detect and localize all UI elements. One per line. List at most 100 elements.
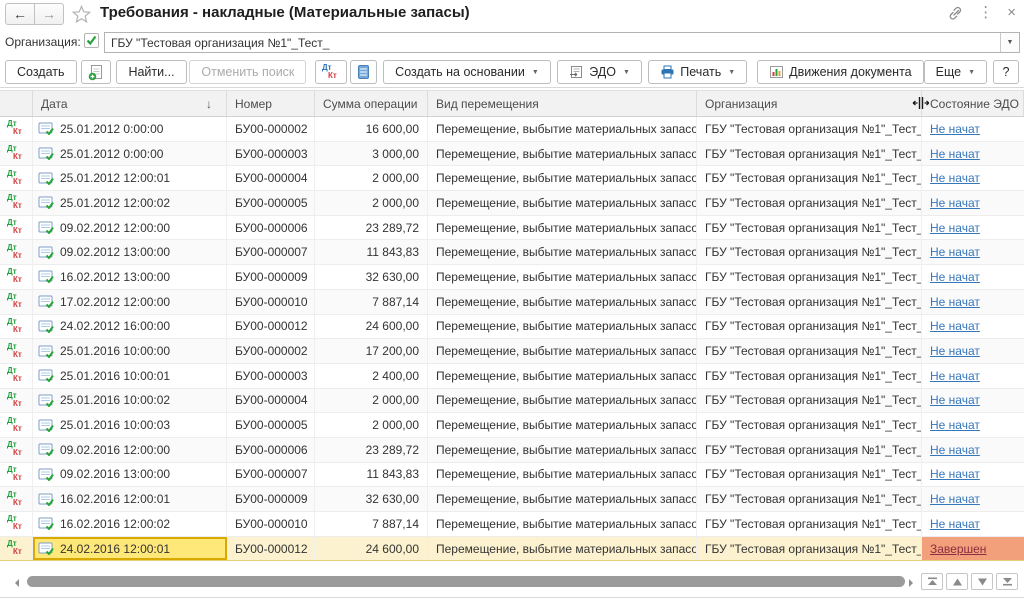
row-date-cell[interactable]: 16.02.2016 12:00:02 bbox=[33, 512, 227, 536]
go-next-button[interactable] bbox=[971, 573, 993, 590]
register-list-button[interactable] bbox=[349, 60, 377, 84]
table-row[interactable]: Дт Кт 16.02.2016 12:00:01 БУ00-000009 32 … bbox=[0, 487, 1024, 512]
row-date-cell[interactable]: 24.02.2012 16:00:00 bbox=[33, 314, 227, 339]
print-button[interactable]: Печать ▼ bbox=[648, 60, 748, 84]
row-organization: ГБУ "Тестовая организация №1"_Тест_ bbox=[697, 512, 922, 536]
row-date-cell[interactable]: 25.01.2016 10:00:01 bbox=[33, 363, 227, 388]
favorite-star-icon[interactable] bbox=[72, 5, 91, 23]
scroll-left-arrow[interactable] bbox=[15, 579, 19, 587]
table-row[interactable]: Дт Кт 25.01.2012 0:00:00 БУ00-000003 3 00… bbox=[0, 141, 1024, 167]
row-date-cell[interactable]: 25.01.2016 10:00:00 bbox=[33, 339, 227, 363]
row-date-cell[interactable]: 16.02.2016 12:00:01 bbox=[33, 487, 227, 511]
column-header-kind[interactable]: Вид перемещения bbox=[428, 91, 697, 116]
table-row[interactable]: Дт Кт 16.02.2012 13:00:00 БУ00-000009 32 … bbox=[0, 265, 1024, 290]
edo-status-link[interactable]: Не начат bbox=[930, 393, 980, 407]
table-row[interactable]: Дт Кт 09.02.2012 12:00:00 БУ00-000006 23 … bbox=[0, 215, 1024, 241]
row-date-cell[interactable]: 25.01.2016 10:00:03 bbox=[33, 413, 227, 437]
table-row[interactable]: Дт Кт 25.01.2016 10:00:00 БУ00-000002 17 … bbox=[0, 339, 1024, 364]
edo-status-link[interactable]: Завершен bbox=[930, 542, 986, 556]
row-organization: ГБУ "Тестовая организация №1"_Тест_ bbox=[697, 215, 922, 240]
column-header-number[interactable]: Номер bbox=[227, 91, 315, 116]
table-row[interactable]: Дт Кт 25.01.2012 0:00:00 БУ00-000002 16 6… bbox=[0, 117, 1024, 142]
row-posting-cell: Дт Кт bbox=[0, 512, 33, 536]
edo-status-link[interactable]: Не начат bbox=[930, 196, 980, 210]
help-button[interactable]: ? bbox=[993, 60, 1019, 84]
go-previous-button[interactable] bbox=[946, 573, 968, 590]
edo-status-link[interactable]: Не начат bbox=[930, 221, 980, 235]
create-based-on-button[interactable]: Создать на основании ▼ bbox=[383, 60, 551, 84]
edo-status-link[interactable]: Не начат bbox=[930, 517, 980, 531]
document-movements-button[interactable]: Движения документа bbox=[757, 60, 924, 84]
organization-checkbox[interactable] bbox=[84, 33, 99, 48]
find-button[interactable]: Найти... bbox=[116, 60, 187, 84]
edo-status-link[interactable]: Не начат bbox=[930, 270, 980, 284]
edo-status-link[interactable]: Не начат bbox=[930, 467, 980, 481]
row-date-cell[interactable]: 17.02.2012 12:00:00 bbox=[33, 289, 227, 314]
link-icon[interactable] bbox=[947, 5, 964, 22]
menu-kebab-icon[interactable]: ⋮ bbox=[978, 3, 993, 23]
close-icon[interactable]: × bbox=[1007, 3, 1016, 23]
table-row[interactable]: Дт Кт 17.02.2012 12:00:00 БУ00-000010 7 8… bbox=[0, 289, 1024, 315]
column-header-date[interactable]: Дата ↓ bbox=[33, 91, 227, 116]
create-button[interactable]: Создать bbox=[5, 60, 77, 84]
row-date-cell[interactable]: 25.01.2016 10:00:02 bbox=[33, 388, 227, 413]
row-date-cell[interactable]: 25.01.2012 12:00:02 bbox=[33, 191, 227, 215]
table-row[interactable]: Дт Кт 09.02.2016 12:00:00 БУ00-000006 23 … bbox=[0, 437, 1024, 463]
edo-status-link[interactable]: Не начат bbox=[930, 319, 980, 333]
edo-button[interactable]: ЭДО ▼ bbox=[557, 60, 642, 84]
row-date-cell[interactable]: 09.02.2012 12:00:00 bbox=[33, 215, 227, 240]
column-header-amount[interactable]: Сумма операции bbox=[315, 91, 428, 116]
row-date-cell[interactable]: 09.02.2016 12:00:00 bbox=[33, 437, 227, 462]
edo-status-link[interactable]: Не начат bbox=[930, 418, 980, 432]
more-button[interactable]: Еще ▼ bbox=[923, 60, 987, 84]
edo-status-link[interactable]: Не начат bbox=[930, 147, 980, 161]
table-row[interactable]: Дт Кт 24.02.2012 16:00:00 БУ00-000012 24 … bbox=[0, 314, 1024, 340]
row-organization: ГБУ "Тестовая организация №1"_Тест_ bbox=[697, 289, 922, 314]
row-posting-cell: Дт Кт bbox=[0, 314, 33, 339]
column-header-icons[interactable] bbox=[0, 91, 33, 116]
row-date-cell[interactable]: 09.02.2012 13:00:00 bbox=[33, 240, 227, 265]
edo-status-link[interactable]: Не начат bbox=[930, 369, 980, 383]
table-row[interactable]: Дт Кт 25.01.2012 12:00:02 БУ00-000005 2 0… bbox=[0, 191, 1024, 216]
table-row[interactable]: Дт Кт 16.02.2016 12:00:02 БУ00-000010 7 8… bbox=[0, 512, 1024, 537]
copy-button[interactable] bbox=[81, 60, 112, 84]
table-row[interactable]: Дт Кт 09.02.2012 13:00:00 БУ00-000007 11 … bbox=[0, 240, 1024, 266]
forward-button[interactable]: → bbox=[34, 3, 64, 25]
table-row[interactable]: Дт Кт 09.02.2016 13:00:00 БУ00-000007 11 … bbox=[0, 462, 1024, 488]
column-header-edo-status[interactable]: Состояние ЭДО bbox=[922, 91, 1024, 116]
row-date-cell[interactable]: 25.01.2012 0:00:00 bbox=[33, 141, 227, 166]
cancel-search-button[interactable]: Отменить поиск bbox=[189, 60, 307, 84]
show-postings-button[interactable]: Дт Кт bbox=[314, 60, 347, 84]
organization-field[interactable]: ГБУ "Тестовая организация №1"_Тест_ ▼ bbox=[104, 32, 1020, 53]
horizontal-scrollbar-thumb[interactable] bbox=[27, 576, 905, 587]
back-button[interactable]: ← bbox=[5, 3, 35, 25]
column-header-organization[interactable]: Организация bbox=[697, 91, 922, 116]
table-row[interactable]: Дт Кт 24.02.2016 12:00:01 БУ00-000012 24 … bbox=[0, 536, 1024, 562]
table-row[interactable]: Дт Кт 25.01.2016 10:00:01 БУ00-000003 2 4… bbox=[0, 363, 1024, 389]
table-row[interactable]: Дт Кт 25.01.2016 10:00:02 БУ00-000004 2 0… bbox=[0, 388, 1024, 414]
go-first-button[interactable] bbox=[921, 573, 943, 590]
table-row[interactable]: Дт Кт 25.01.2012 12:00:01 БУ00-000004 2 0… bbox=[0, 166, 1024, 192]
organization-dropdown-button[interactable]: ▼ bbox=[1000, 33, 1019, 52]
edo-status-link[interactable]: Не начат bbox=[930, 295, 980, 309]
edo-status-link[interactable]: Не начат bbox=[930, 492, 980, 506]
row-date: 25.01.2012 0:00:00 bbox=[60, 121, 164, 136]
row-date-cell[interactable]: 25.01.2012 0:00:00 bbox=[33, 117, 227, 141]
edo-status-link[interactable]: Не начат bbox=[930, 171, 980, 185]
edo-status-link[interactable]: Не начат bbox=[930, 245, 980, 259]
scroll-right-arrow[interactable] bbox=[909, 579, 913, 587]
go-last-button[interactable] bbox=[996, 573, 1018, 590]
row-date: 17.02.2012 12:00:00 bbox=[60, 294, 171, 309]
table-row[interactable]: Дт Кт 25.01.2016 10:00:03 БУ00-000005 2 0… bbox=[0, 413, 1024, 438]
row-date-cell[interactable]: 09.02.2016 13:00:00 bbox=[33, 462, 227, 487]
edo-status-link[interactable]: Не начат bbox=[930, 443, 980, 457]
edo-status-link[interactable]: Не начат bbox=[930, 344, 980, 358]
row-posting-cell: Дт Кт bbox=[0, 413, 33, 437]
row-date-cell[interactable]: 24.02.2016 12:00:01 bbox=[33, 536, 227, 561]
row-date-cell[interactable]: 16.02.2012 13:00:00 bbox=[33, 265, 227, 289]
row-edo-status-cell: Не начат bbox=[922, 315, 1024, 339]
edo-status-link[interactable]: Не начат bbox=[930, 122, 980, 136]
history-nav: ← → bbox=[5, 3, 64, 25]
edo-label: ЭДО bbox=[589, 65, 616, 79]
row-date-cell[interactable]: 25.01.2012 12:00:01 bbox=[33, 166, 227, 191]
